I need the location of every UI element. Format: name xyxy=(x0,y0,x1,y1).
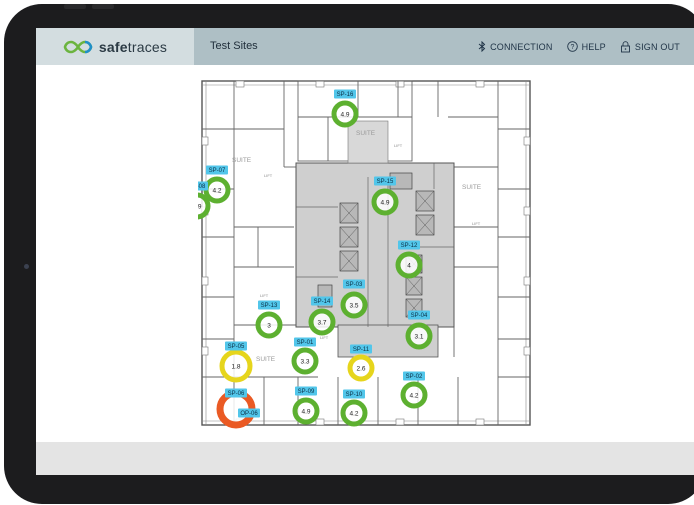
volume-button xyxy=(64,4,86,9)
bluetooth-icon xyxy=(478,41,486,52)
sample-point-value: 4.2 xyxy=(212,187,221,194)
suite-label: SUITE xyxy=(256,356,276,363)
connection-label: CONNECTION xyxy=(490,41,553,52)
sample-point-id: SP-16 xyxy=(337,92,354,98)
top-nav: CONNECTION ? HELP SIGN OUT xyxy=(478,28,694,65)
sample-point-value: 3.3 xyxy=(300,358,309,365)
lift-label: LIFT xyxy=(320,335,329,340)
sample-point-id: SP-06 xyxy=(228,391,245,397)
lock-icon xyxy=(620,40,630,52)
sign-out-label: SIGN OUT xyxy=(634,41,680,52)
sample-point-id: SP-10 xyxy=(346,392,363,398)
sign-out-button[interactable]: SIGN OUT xyxy=(620,40,680,53)
sample-point-value: 4 xyxy=(407,262,411,269)
sample-point-id: SP-15 xyxy=(377,179,394,185)
lift-label: LIFT xyxy=(394,143,403,148)
brand-name: safetraces xyxy=(99,39,167,55)
main-content: LIFT LIFT LIFT LIFT LIFT SUITE SUITE SUI… xyxy=(36,65,694,442)
bottom-bar xyxy=(36,442,694,475)
lift-label: LIFT xyxy=(260,293,269,298)
brand-logo[interactable]: safetraces xyxy=(36,28,194,65)
sample-point-id: SP-03 xyxy=(346,282,363,288)
sample-point-id: SP-14 xyxy=(314,299,331,305)
sample-point-id: OP-06 xyxy=(240,411,258,417)
sample-point-value: 4.9 xyxy=(301,408,310,415)
volume-button xyxy=(92,4,114,9)
sample-point-id: SP-05 xyxy=(228,344,245,350)
sample-point-value: 3.7 xyxy=(317,319,326,326)
sample-point-value: 3.5 xyxy=(349,302,358,309)
sample-point-value: 3.1 xyxy=(414,333,423,340)
connection-button[interactable]: CONNECTION xyxy=(478,41,553,52)
lift-label: LIFT xyxy=(264,173,273,178)
sample-point-id: SP-13 xyxy=(261,303,278,309)
app-screen: safetraces Test Sites CONNECTION ? HELP … xyxy=(36,28,694,475)
sample-point-value: 4.9 xyxy=(380,199,389,206)
top-bar: safetraces Test Sites CONNECTION ? HELP … xyxy=(36,28,694,65)
help-circle-icon: ? xyxy=(566,41,578,52)
sample-point-value: 4.2 xyxy=(409,392,418,399)
sample-point-value: 4.9 xyxy=(340,111,349,118)
sample-point-value: 4.9 xyxy=(198,203,202,210)
help-label: HELP xyxy=(581,41,606,52)
suite-hatched-room xyxy=(347,120,389,164)
suite-label: SUITE xyxy=(356,130,376,137)
sample-point-value: 4.2 xyxy=(349,410,358,417)
help-button[interactable]: ? HELP xyxy=(566,41,606,52)
sample-point-id: SP-07 xyxy=(209,168,226,174)
sample-point-id: SP-01 xyxy=(297,340,314,346)
sample-point-value: 3 xyxy=(267,322,271,329)
sample-point-id: SP-02 xyxy=(406,374,423,380)
suite-label: SUITE xyxy=(462,184,482,191)
brand-name-bold: safe xyxy=(98,38,128,55)
sample-point-value: 2.6 xyxy=(356,365,365,372)
floor-plan[interactable]: LIFT LIFT LIFT LIFT LIFT SUITE SUITE SUI… xyxy=(198,77,534,429)
sample-point-value: 1.8 xyxy=(231,363,240,370)
sample-point-id: SP-09 xyxy=(298,389,315,395)
lift-label: LIFT xyxy=(472,221,481,226)
camera-dot xyxy=(24,264,29,269)
page-title: Test Sites xyxy=(210,40,258,52)
sample-point-id: SP-11 xyxy=(353,347,370,353)
brand-name-light: traces xyxy=(127,38,168,55)
sample-point-id: SP-12 xyxy=(401,243,418,249)
suite-label: SUITE xyxy=(232,157,252,164)
svg-text:?: ? xyxy=(570,44,574,51)
sample-point-id: SP-04 xyxy=(411,313,428,319)
sample-point-id: SP-08 xyxy=(198,184,206,190)
infinity-logo-icon xyxy=(63,40,93,53)
